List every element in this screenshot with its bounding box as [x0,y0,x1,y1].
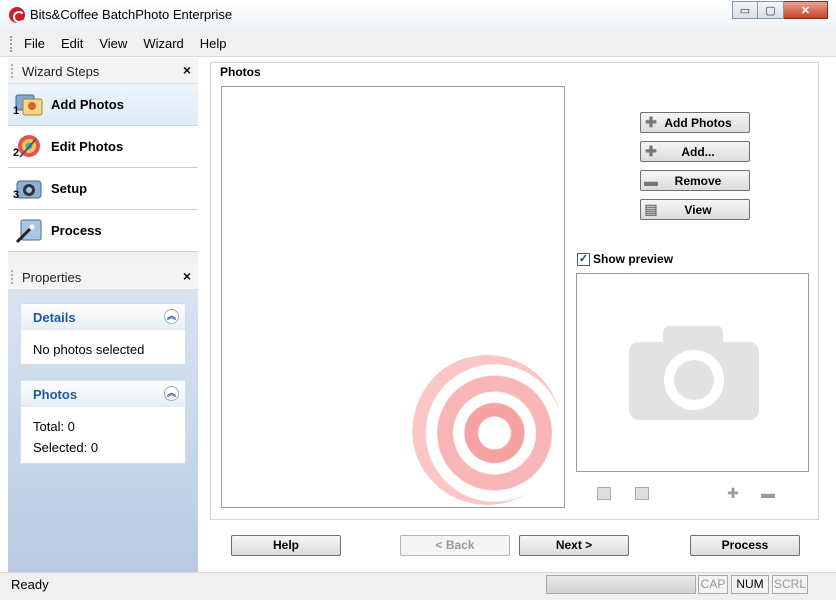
panel-grip-icon [11,64,14,78]
progress-bar [546,575,696,594]
status-text: Ready [11,577,49,592]
menu-edit[interactable]: Edit [53,36,91,51]
app-logo-icon [9,7,25,23]
camera-placeholder-icon [629,326,759,420]
step-label: Setup [51,181,88,196]
photos-total: Total: 0 [33,419,75,434]
wizard-steps-close-button[interactable]: × [183,62,191,78]
step-number: 2 [13,147,20,159]
watermark-swirl-icon [412,355,562,505]
menu-help[interactable]: Help [192,36,235,51]
wizard-steps-header: Wizard Steps × [8,58,198,84]
details-card: Details ︽ No photos selected [20,303,186,365]
show-preview-toggle[interactable]: ✓ Show preview [577,252,673,266]
show-preview-label: Show preview [593,252,674,266]
details-card-header[interactable]: Details ︽ [21,304,185,330]
title-bar: Bits&Coffee BatchPhoto Enterprise ▭ ▢ ✕ [0,0,836,30]
properties-close-button[interactable]: × [183,268,191,284]
zoom-in-icon[interactable]: ✚ [726,486,740,500]
step-label: Add Photos [51,97,124,112]
wizard-steps-list: 1 Add Photos 2 Edit Photos 3 Setup Proce… [8,84,198,252]
maximize-button[interactable]: ▢ [758,1,784,19]
panel-grip-icon [11,270,14,284]
preview-pane [576,273,809,472]
collapse-chevron-icon[interactable]: ︽ [164,309,179,324]
step-label: Process [51,223,102,238]
menu-bar: File Edit View Wizard Help [0,30,836,57]
details-text: No photos selected [33,342,145,357]
num-indicator: NUM [731,575,769,594]
step-number: 3 [13,189,20,201]
status-bar: Ready CAP NUM SCRL [0,572,836,600]
photos-group-label: Photos [218,65,263,79]
minus-icon: ▬ [644,172,658,189]
step-edit-photos[interactable]: 2 Edit Photos [8,126,198,168]
window-controls: ▭ ▢ ✕ [732,1,828,19]
menu-grip-icon [10,36,13,52]
next-button[interactable]: Next > [519,535,629,556]
scrl-indicator: SCRL [772,575,808,594]
remove-button[interactable]: ▬ Remove [640,170,750,191]
window-title: Bits&Coffee BatchPhoto Enterprise [30,7,233,22]
plus-icon: ✚ [645,143,657,159]
step-label: Edit Photos [51,139,124,154]
properties-title: Properties [22,270,82,285]
view-icon: ▤ [644,201,658,217]
collapse-chevron-icon[interactable]: ︽ [164,386,179,401]
cap-indicator: CAP [698,575,728,594]
show-preview-checkbox[interactable]: ✓ [577,252,590,266]
photos-list[interactable] [221,86,565,508]
menu-view[interactable]: View [91,36,135,51]
menu-file[interactable]: File [16,36,53,51]
step-setup[interactable]: 3 Setup [8,168,198,210]
plus-icon: ✚ [645,114,657,130]
process-icon [15,219,42,244]
left-panel: Wizard Steps × 1 Add Photos 2 Edit Photo… [8,58,198,572]
zoom-out-icon[interactable]: ▬ [761,486,775,500]
fit-view-icon[interactable] [597,487,611,500]
photos-selected: Selected: 0 [33,440,99,455]
minimize-button[interactable]: ▭ [732,1,758,19]
add-photos-button[interactable]: ✚ Add Photos [640,112,750,133]
step-process[interactable]: Process [8,210,198,252]
details-title: Details [33,310,76,325]
back-button[interactable]: < Back [400,535,510,556]
properties-header: Properties × [8,264,198,290]
step-add-photos[interactable]: 1 Add Photos [8,84,198,126]
process-button[interactable]: Process [690,535,800,556]
photos-card-header[interactable]: Photos ︽ [21,381,185,407]
photos-card-title: Photos [33,387,78,402]
menu-wizard[interactable]: Wizard [135,36,191,51]
actual-size-icon[interactable] [635,487,649,500]
step-number: 1 [13,105,20,117]
view-button[interactable]: ▤ View [640,199,750,220]
help-button[interactable]: Help [231,535,341,556]
close-button[interactable]: ✕ [784,1,828,19]
photos-card: Photos ︽ Total: 0 Selected: 0 [20,380,186,464]
wizard-steps-title: Wizard Steps [22,64,100,79]
add-button[interactable]: ✚ Add... [640,141,750,162]
properties-panel: Properties × Details ︽ No photos selecte… [8,264,198,572]
